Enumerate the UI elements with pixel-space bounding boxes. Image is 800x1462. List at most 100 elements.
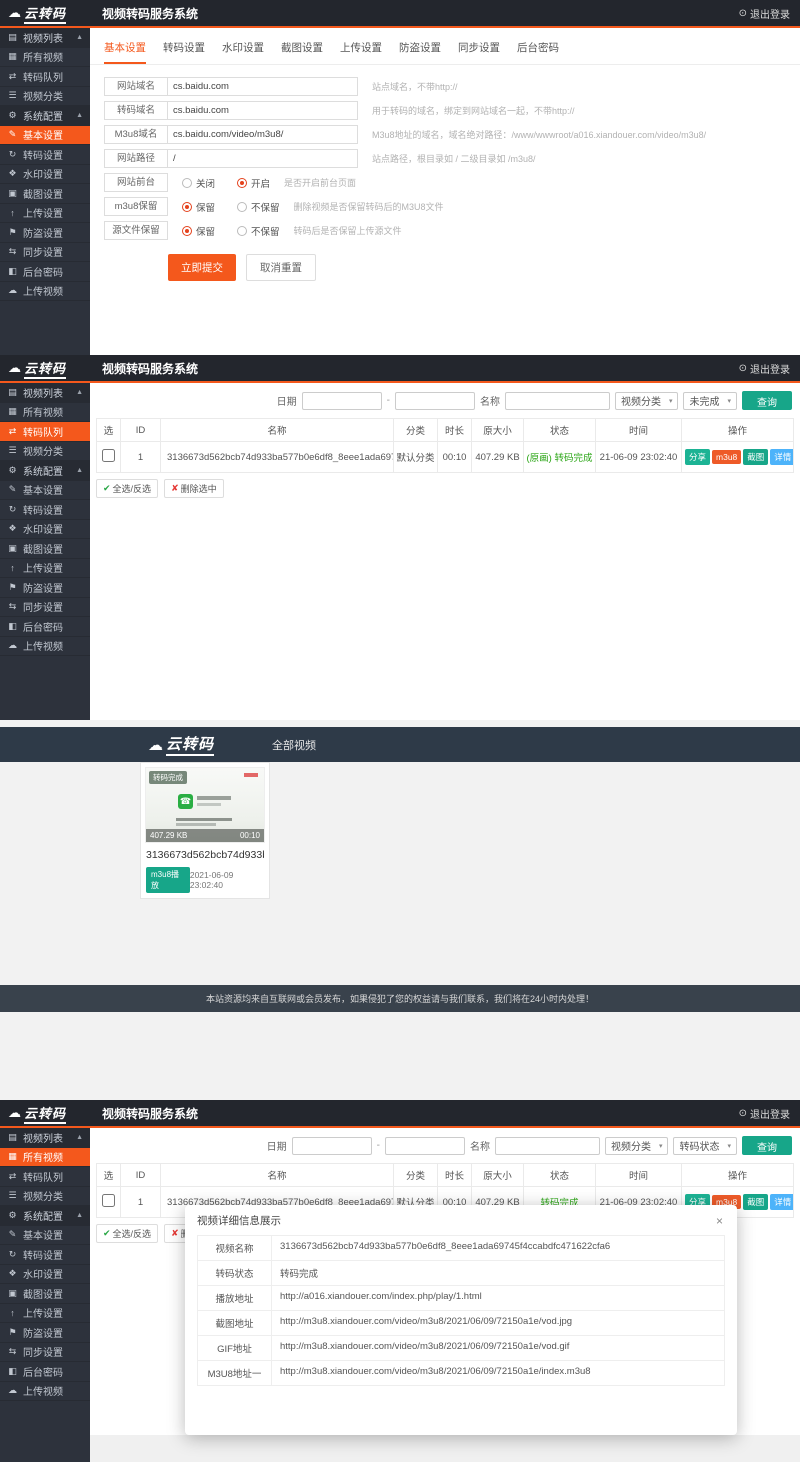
sidebar-item-all-videos[interactable]: ▦所有视频 [0,403,90,423]
site-path-input[interactable] [167,150,357,167]
nav-all-videos[interactable]: 全部视频 [272,737,316,753]
sidebar-item-upload-settings[interactable]: ↑上传设置 [0,1304,90,1324]
logout-button[interactable]: ⊙退出登录 [739,6,800,21]
radio-front-off[interactable]: 关闭 [182,176,215,190]
select-all-button[interactable]: ✔全选/反选 [96,479,158,498]
video-card[interactable]: 转码完成 ☎ 407.29 KB00:10 3136673d562bcb74d9… [140,762,270,899]
sidebar-item-antitheft-settings[interactable]: ⚑防盗设置 [0,1323,90,1343]
sidebar-item-all-videos[interactable]: ▦所有视频 [0,1148,90,1168]
close-icon[interactable]: × [714,1214,725,1228]
date-to-input[interactable] [385,1137,465,1155]
app-logo[interactable]: ☁云转码 [0,1103,90,1124]
tab-antitheft-settings[interactable]: 防盗设置 [399,40,441,64]
name-input[interactable] [495,1137,600,1155]
name-input[interactable] [505,392,610,410]
modal-value[interactable]: http://a016.xiandouer.com/index.php/play… [272,1286,724,1310]
sidebar-item-transcode-settings[interactable]: ↻转码设置 [0,145,90,165]
date-from-input[interactable] [292,1137,372,1155]
sidebar-item-basic-settings[interactable]: ✎基本设置 [0,481,90,501]
modal-value[interactable]: http://m3u8.xiandouer.com/video/m3u8/202… [272,1361,724,1385]
sidebar-item-upload-settings[interactable]: ↑上传设置 [0,204,90,224]
sidebar-item-admin-password[interactable]: ◧后台密码 [0,617,90,637]
sidebar-group-video-list[interactable]: ▤视频列表▲ [0,1128,90,1148]
search-button[interactable]: 查询 [742,391,792,410]
sidebar-item-watermark-settings[interactable]: ❖水印设置 [0,1265,90,1285]
submit-button[interactable]: 立即提交 [168,254,236,281]
sidebar-item-admin-password[interactable]: ◧后台密码 [0,262,90,282]
video-title[interactable]: 3136673d562bcb74d933ba5... [146,849,264,861]
select-all-button[interactable]: ✔全选/反选 [96,1224,158,1243]
sidebar-item-admin-password[interactable]: ◧后台密码 [0,1362,90,1382]
sidebar-item-watermark-settings[interactable]: ❖水印设置 [0,165,90,185]
radio-source-keep[interactable]: 保留 [182,224,215,238]
transcode-domain-input[interactable] [167,102,357,119]
sidebar-item-transcode-queue[interactable]: ⇄转码队列 [0,422,90,442]
date-to-input[interactable] [395,392,475,410]
sidebar-item-transcode-queue[interactable]: ⇄转码队列 [0,67,90,87]
detail-button[interactable]: 详情 [770,449,793,465]
date-from-input[interactable] [302,392,382,410]
status-select[interactable]: 未完成▾ [683,392,737,410]
row-checkbox[interactable] [102,1194,115,1207]
sidebar-item-video-category[interactable]: ☰视频分类 [0,442,90,462]
tab-sync-settings[interactable]: 同步设置 [458,40,500,64]
delete-selected-button[interactable]: ✘删除选中 [164,479,224,498]
radio-m3u8-keep[interactable]: 保留 [182,200,215,214]
video-thumbnail[interactable]: 转码完成 ☎ 407.29 KB00:10 [145,767,265,843]
m3u8-play-button[interactable]: m3u8播放 [146,867,190,893]
sidebar-item-screenshot-settings[interactable]: ▣截图设置 [0,539,90,559]
app-logo[interactable]: ☁云转码 [0,3,90,24]
sidebar-item-video-category[interactable]: ☰视频分类 [0,1187,90,1207]
tab-transcode-settings[interactable]: 转码设置 [163,40,205,64]
sidebar-item-upload-video[interactable]: ☁上传视频 [0,282,90,302]
radio-front-on[interactable]: 开启 [237,176,270,190]
tab-watermark-settings[interactable]: 水印设置 [222,40,264,64]
sidebar-item-transcode-settings[interactable]: ↻转码设置 [0,1245,90,1265]
search-button[interactable]: 查询 [742,1136,792,1155]
category-select[interactable]: 视频分类▾ [605,1137,669,1155]
tab-basic-settings[interactable]: 基本设置 [104,40,146,64]
tab-screenshot-settings[interactable]: 截图设置 [281,40,323,64]
sidebar-item-upload-settings[interactable]: ↑上传设置 [0,559,90,579]
share-button[interactable]: 分享 [685,449,710,465]
sidebar-item-video-category[interactable]: ☰视频分类 [0,87,90,107]
sidebar-item-all-videos[interactable]: ▦所有视频 [0,48,90,68]
sidebar-item-antitheft-settings[interactable]: ⚑防盗设置 [0,223,90,243]
m3u8-button[interactable]: m3u8 [712,450,741,464]
site-domain-input[interactable] [167,78,357,95]
sidebar-item-sync-settings[interactable]: ⇆同步设置 [0,1343,90,1363]
front-logo[interactable]: ☁云转码 [148,733,214,756]
sidebar-group-video-list[interactable]: ▤视频列表▲ [0,28,90,48]
sidebar-item-basic-settings[interactable]: ✎基本设置 [0,126,90,146]
detail-button[interactable]: 详情 [770,1194,793,1210]
logout-button[interactable]: ⊙退出登录 [739,361,800,376]
sidebar-item-watermark-settings[interactable]: ❖水印设置 [0,520,90,540]
tab-admin-password[interactable]: 后台密码 [517,40,559,64]
m3u8-domain-input[interactable] [167,126,357,143]
radio-m3u8-discard[interactable]: 不保留 [237,200,280,214]
screenshot-button[interactable]: 截图 [743,449,768,465]
screenshot-button[interactable]: 截图 [743,1194,768,1210]
tab-upload-settings[interactable]: 上传设置 [340,40,382,64]
sidebar-item-antitheft-settings[interactable]: ⚑防盗设置 [0,578,90,598]
sidebar-group-video-list[interactable]: ▤视频列表▲ [0,383,90,403]
modal-value[interactable]: http://m3u8.xiandouer.com/video/m3u8/202… [272,1336,724,1360]
sidebar-group-system-config[interactable]: ⚙系统配置▲ [0,106,90,126]
sidebar-item-upload-video[interactable]: ☁上传视频 [0,1382,90,1402]
radio-source-discard[interactable]: 不保留 [237,224,280,238]
sidebar-item-screenshot-settings[interactable]: ▣截图设置 [0,1284,90,1304]
sidebar-group-system-config[interactable]: ⚙系统配置▲ [0,461,90,481]
reset-button[interactable]: 取消重置 [246,254,316,281]
sidebar-group-system-config[interactable]: ⚙系统配置▲ [0,1206,90,1226]
category-select[interactable]: 视频分类▾ [615,392,679,410]
logout-button[interactable]: ⊙退出登录 [739,1106,800,1121]
sidebar-item-transcode-queue[interactable]: ⇄转码队列 [0,1167,90,1187]
sidebar-item-basic-settings[interactable]: ✎基本设置 [0,1226,90,1246]
sidebar-item-screenshot-settings[interactable]: ▣截图设置 [0,184,90,204]
sidebar-item-sync-settings[interactable]: ⇆同步设置 [0,598,90,618]
sidebar-item-upload-video[interactable]: ☁上传视频 [0,637,90,657]
sidebar-item-sync-settings[interactable]: ⇆同步设置 [0,243,90,263]
status-select[interactable]: 转码状态▾ [673,1137,737,1155]
modal-value[interactable]: http://m3u8.xiandouer.com/video/m3u8/202… [272,1311,724,1335]
row-checkbox[interactable] [102,449,115,462]
